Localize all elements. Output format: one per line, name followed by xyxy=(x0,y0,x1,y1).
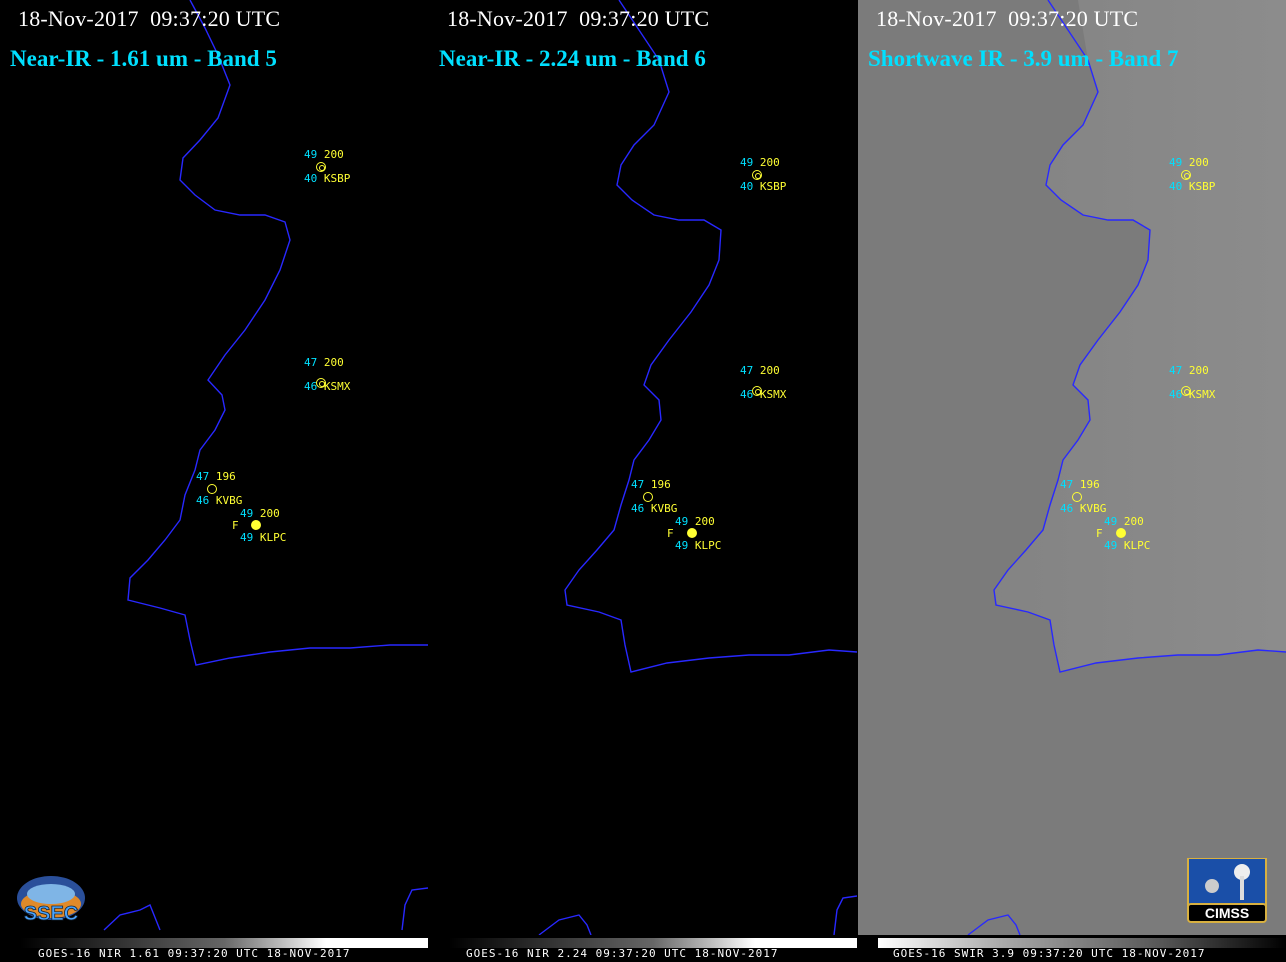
sky-cover-icon xyxy=(316,378,326,388)
sky-cover-icon xyxy=(1116,528,1126,538)
sky-cover-icon xyxy=(1072,492,1082,502)
sky-cover-icon xyxy=(207,484,217,494)
station-klpc: 49 200 49 KLPC xyxy=(240,507,287,544)
sky-cover-icon xyxy=(687,528,697,538)
panel-band6: 18-Nov-2017 09:37:20 UTC Near-IR - 2.24 … xyxy=(429,0,857,962)
datetime-label: 18-Nov-2017 09:37:20 UTC xyxy=(447,6,710,31)
sky-cover-icon xyxy=(1181,170,1191,180)
station-klpc: 49 200 49 KLPC xyxy=(1104,515,1151,552)
station-ksbp: 49 200 40 KSBP xyxy=(740,156,787,193)
datetime-label: 18-Nov-2017 09:37:20 UTC xyxy=(876,6,1139,31)
ssec-logo-text: SSEC xyxy=(24,903,78,925)
station-ksmx: 47 200 46 KSMX xyxy=(1169,364,1216,401)
sky-cover-icon xyxy=(643,492,653,502)
station-kvbg: 47 196 46 KVBG xyxy=(196,470,243,507)
cimss-logo-text: CIMSS xyxy=(1205,905,1249,921)
sky-cover-icon xyxy=(1181,386,1191,396)
band-title: Near-IR - 1.61 um - Band 5 xyxy=(10,46,277,71)
weather-symbol: F xyxy=(667,527,674,540)
sky-cover-icon xyxy=(251,520,261,530)
sky-cover-icon xyxy=(316,162,326,172)
weather-symbol: F xyxy=(232,519,239,532)
station-ksmx: 47 200 46 KSMX xyxy=(304,356,351,393)
panel-band5: 18-Nov-2017 09:37:20 UTC Near-IR - 1.61 … xyxy=(0,0,428,962)
station-klpc: 49 200 49 KLPC xyxy=(675,515,722,552)
cimss-logo-icon: CIMSS xyxy=(1187,858,1267,923)
station-ksmx: 47 200 46 KSMX xyxy=(740,364,787,401)
panel-band7: 18-Nov-2017 09:37:20 UTC Shortwave IR - … xyxy=(858,0,1286,962)
footer-caption: GOES-16 SWIR 3.9 09:37:20 UTC 18-NOV-201… xyxy=(893,947,1206,960)
station-kvbg: 47 196 46 KVBG xyxy=(631,478,678,515)
ssec-logo-icon: SSEC xyxy=(17,876,85,925)
datetime-label: 18-Nov-2017 09:37:20 UTC xyxy=(18,6,281,31)
station-ksbp: 49 200 40 KSBP xyxy=(1169,156,1216,193)
band-title: Shortwave IR - 3.9 um - Band 7 xyxy=(868,46,1179,71)
band-title: Near-IR - 2.24 um - Band 6 xyxy=(439,46,706,71)
weather-symbol: F xyxy=(1096,527,1103,540)
sky-cover-icon xyxy=(752,170,762,180)
station-ksbp: 49 200 40 KSBP xyxy=(304,148,351,185)
footer-caption: GOES-16 NIR 2.24 09:37:20 UTC 18-NOV-201… xyxy=(466,947,779,960)
station-kvbg: 47 196 46 KVBG xyxy=(1060,478,1107,515)
sky-cover-icon xyxy=(752,386,762,396)
footer-caption: GOES-16 NIR 1.61 09:37:20 UTC 18-NOV-201… xyxy=(38,947,351,960)
